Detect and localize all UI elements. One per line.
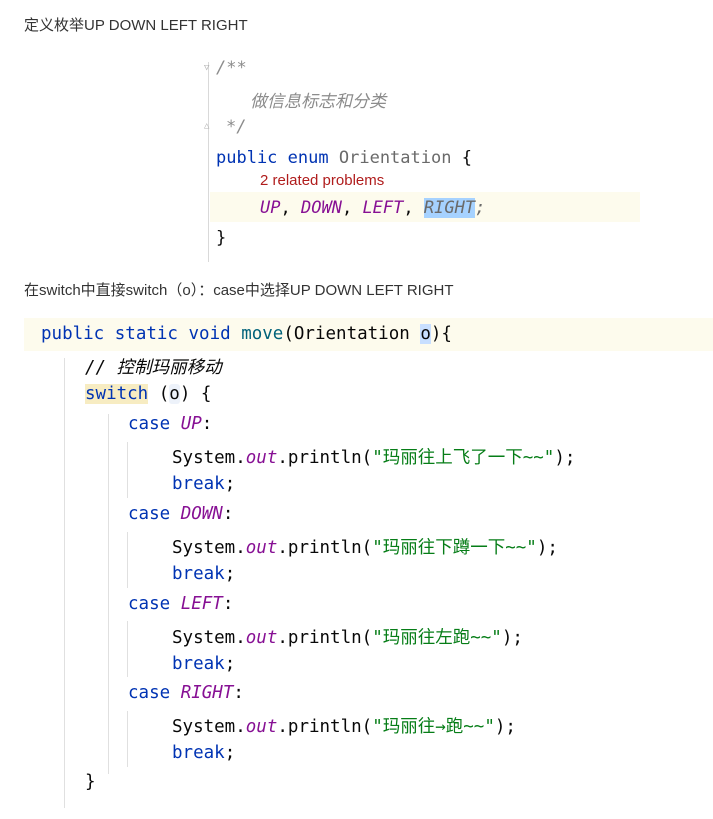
- println-right: System.out.println("玛丽往→跑~~");: [172, 717, 516, 737]
- case-left-label: case LEFT:: [128, 594, 234, 614]
- doc-comment-open: /**: [216, 58, 247, 78]
- enum-constant-right-selected[interactable]: RIGHT: [423, 198, 476, 218]
- gutter-line: [208, 62, 209, 262]
- enum-type-name[interactable]: Orientation: [339, 148, 452, 168]
- enum-constant-left[interactable]: LEFT: [362, 198, 403, 218]
- brace-open: {: [461, 148, 472, 168]
- keyword-enum: enum: [287, 148, 329, 168]
- inspection-hint[interactable]: 2 related problems: [260, 172, 384, 189]
- heading-define-enum: 定义枚举UP DOWN LEFT RIGHT: [24, 17, 248, 34]
- enum-constant-up[interactable]: UP: [260, 198, 280, 218]
- switch-arg-o[interactable]: o: [169, 384, 180, 404]
- doc-comment-close: */: [226, 117, 247, 137]
- indent-guide: [64, 358, 65, 808]
- case-down-label: case DOWN:: [128, 504, 234, 524]
- switch-statement: switch (o) {: [85, 384, 212, 404]
- indent-guide: [127, 442, 128, 498]
- break-up: break;: [172, 474, 236, 494]
- enum-code-snippet: ▽ △ /** 做信息标志和分类 */ public enum Orientat…: [200, 52, 650, 264]
- brace-close: }: [216, 228, 227, 248]
- break-right: break;: [172, 743, 236, 763]
- method-signature: public static void move(Orientation o){: [41, 324, 452, 344]
- indent-guide: [127, 711, 128, 767]
- println-down: System.out.println("玛丽往下蹲一下~~");: [172, 538, 558, 558]
- enum-declaration: public enum Orientation {: [216, 148, 472, 168]
- switch-close-brace: }: [85, 772, 96, 792]
- indent-guide: [127, 621, 128, 677]
- keyword-public: public: [216, 148, 278, 168]
- fold-icon[interactable]: ▽: [204, 64, 212, 73]
- doc-comment-text: 做信息标志和分类: [250, 92, 386, 112]
- method-modifiers: public static void: [41, 324, 231, 344]
- comment-line: // 控制玛丽移动: [85, 358, 222, 378]
- case-right-label: case RIGHT:: [128, 683, 244, 703]
- indent-guide: [108, 414, 109, 774]
- param-o[interactable]: o: [420, 324, 431, 344]
- keyword-switch[interactable]: switch: [85, 384, 149, 404]
- enum-constants: UP, DOWN, LEFT, RIGHT;: [260, 198, 486, 218]
- println-left: System.out.println("玛丽往左跑~~");: [172, 628, 523, 648]
- break-down: break;: [172, 564, 236, 584]
- indent-guide: [127, 532, 128, 588]
- fold-icon[interactable]: △: [204, 122, 212, 131]
- println-up: System.out.println("玛丽往上飞了一下~~");: [172, 448, 576, 468]
- break-left: break;: [172, 654, 236, 674]
- case-up-label: case UP:: [128, 414, 213, 434]
- method-name[interactable]: move: [241, 324, 283, 344]
- enum-constant-down[interactable]: DOWN: [301, 198, 342, 218]
- switch-code-snippet: public static void move(Orientation o){ …: [24, 318, 713, 819]
- heading-switch-usage: 在switch中直接switch（o）：case中选择UP DOWN LEFT …: [24, 282, 454, 299]
